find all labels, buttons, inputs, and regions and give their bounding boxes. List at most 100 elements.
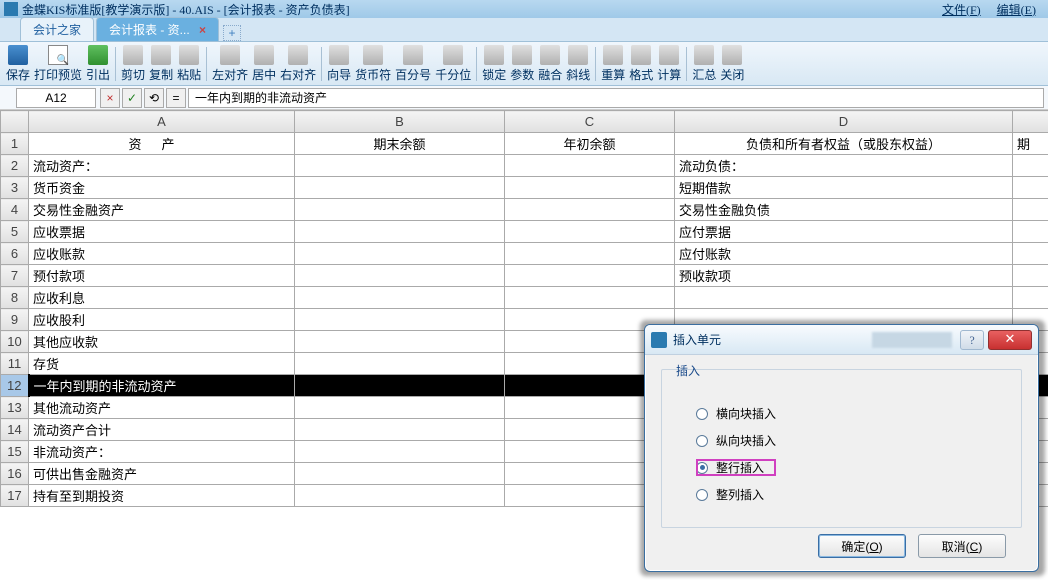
thousand-sep-button[interactable]: 千分位 (433, 43, 473, 85)
row-header[interactable]: 17 (1, 485, 29, 507)
cell[interactable]: 交易性金融资产 (29, 199, 295, 221)
cell[interactable]: 应付票据 (675, 221, 1013, 243)
align-left-button[interactable]: 左对齐 (210, 43, 250, 85)
calc-button[interactable]: 计算 (655, 43, 683, 85)
row-header[interactable]: 7 (1, 265, 29, 287)
cancel-button[interactable]: 取消(C) (918, 534, 1006, 558)
dialog-close-button[interactable]: ✕ (988, 330, 1032, 350)
cell[interactable] (295, 331, 505, 353)
cell[interactable]: 其他流动资产 (29, 397, 295, 419)
cell[interactable]: 应收股利 (29, 309, 295, 331)
radio-vertical-block[interactable]: 纵向块插入 (696, 432, 1007, 449)
cell[interactable]: 持有至到期投资 (29, 485, 295, 507)
cell[interactable] (295, 419, 505, 441)
row-header[interactable]: 4 (1, 199, 29, 221)
radio-whole-row[interactable]: 整行插入 (696, 459, 1007, 476)
cell[interactable] (505, 265, 675, 287)
cell[interactable] (505, 199, 675, 221)
cell[interactable] (295, 485, 505, 507)
row-header[interactable]: 14 (1, 419, 29, 441)
tab-add[interactable]: + (223, 25, 241, 41)
tab-close-icon[interactable]: × (199, 23, 206, 37)
cell[interactable]: 可供出售金融资产 (29, 463, 295, 485)
row-header[interactable]: 13 (1, 397, 29, 419)
row-header[interactable]: 5 (1, 221, 29, 243)
cell[interactable] (1013, 243, 1048, 265)
cell[interactable] (295, 177, 505, 199)
menu-edit[interactable]: 编辑(E) (989, 1, 1044, 18)
cell[interactable]: 应收利息 (29, 287, 295, 309)
cell[interactable]: 流动资产： (29, 155, 295, 177)
copy-button[interactable]: 复制 (147, 43, 175, 85)
cell[interactable] (295, 265, 505, 287)
row-header[interactable]: 9 (1, 309, 29, 331)
cell[interactable]: 交易性金融负债 (675, 199, 1013, 221)
radio-whole-column[interactable]: 整列插入 (696, 486, 1007, 503)
cell[interactable] (295, 287, 505, 309)
cell[interactable] (505, 221, 675, 243)
tab-home[interactable]: 会计之家 (20, 17, 94, 41)
percent-button[interactable]: 百分号 (393, 43, 433, 85)
cell[interactable] (505, 243, 675, 265)
cell[interactable]: 存货 (29, 353, 295, 375)
formula-wizard-button[interactable]: ⟲ (144, 88, 164, 108)
cell[interactable] (295, 199, 505, 221)
cell[interactable]: 其他应收款 (29, 331, 295, 353)
row-header[interactable]: 12 (1, 375, 29, 397)
row-header[interactable]: 16 (1, 463, 29, 485)
recalc-button[interactable]: 重算 (599, 43, 627, 85)
cell[interactable]: 应收账款 (29, 243, 295, 265)
cell[interactable] (295, 155, 505, 177)
currency-button[interactable]: 货币符 (353, 43, 393, 85)
cell[interactable] (1013, 265, 1048, 287)
diagonal-line-button[interactable]: 斜线 (564, 43, 592, 85)
cell[interactable]: 短期借款 (675, 177, 1013, 199)
summary-button[interactable]: 汇总 (690, 43, 718, 85)
cell[interactable] (1013, 287, 1048, 309)
col-header-C[interactable]: C (505, 111, 675, 133)
cell[interactable] (295, 353, 505, 375)
row-header[interactable]: 3 (1, 177, 29, 199)
cell[interactable] (505, 155, 675, 177)
cut-button[interactable]: 剪切 (119, 43, 147, 85)
row-header[interactable]: 6 (1, 243, 29, 265)
row-header[interactable]: 10 (1, 331, 29, 353)
cell[interactable] (1013, 199, 1048, 221)
col-header-B[interactable]: B (295, 111, 505, 133)
cell[interactable]: 流动资产合计 (29, 419, 295, 441)
ok-button[interactable]: 确定(O) (818, 534, 906, 558)
col-header-E[interactable] (1013, 111, 1048, 133)
row-header[interactable]: 2 (1, 155, 29, 177)
cell[interactable]: 一年内到期的非流动资产 (29, 375, 295, 397)
formula-confirm-button[interactable]: ✓ (122, 88, 142, 108)
cell[interactable] (295, 463, 505, 485)
align-center-button[interactable]: 居中 (250, 43, 278, 85)
params-button[interactable]: 参数 (508, 43, 536, 85)
cell[interactable]: 资产 (29, 133, 295, 155)
align-right-button[interactable]: 右对齐 (278, 43, 318, 85)
cell[interactable] (505, 177, 675, 199)
menu-file[interactable]: 文件(F) (934, 1, 989, 18)
cell[interactable] (295, 397, 505, 419)
radio-horizontal-block[interactable]: 横向块插入 (696, 405, 1007, 422)
formula-cancel-button[interactable]: × (100, 88, 120, 108)
row-header[interactable]: 11 (1, 353, 29, 375)
dialog-help-button[interactable]: ? (960, 330, 984, 350)
col-header-A[interactable]: A (29, 111, 295, 133)
cell[interactable] (1013, 177, 1048, 199)
cell[interactable] (675, 287, 1013, 309)
cell[interactable]: 货币资金 (29, 177, 295, 199)
row-header[interactable]: 15 (1, 441, 29, 463)
formula-input[interactable]: 一年内到期的非流动资产 (188, 88, 1044, 108)
cell[interactable]: 预付款项 (29, 265, 295, 287)
cell[interactable] (295, 221, 505, 243)
print-preview-button[interactable]: 打印预览 (32, 43, 84, 85)
corner-cell[interactable] (1, 111, 29, 133)
cell[interactable]: 期末余额 (295, 133, 505, 155)
lock-button[interactable]: 锁定 (480, 43, 508, 85)
row-header[interactable]: 1 (1, 133, 29, 155)
cell[interactable]: 期 (1013, 133, 1048, 155)
cell[interactable]: 年初余额 (505, 133, 675, 155)
cell[interactable]: 应收票据 (29, 221, 295, 243)
close-button[interactable]: 关闭 (718, 43, 746, 85)
